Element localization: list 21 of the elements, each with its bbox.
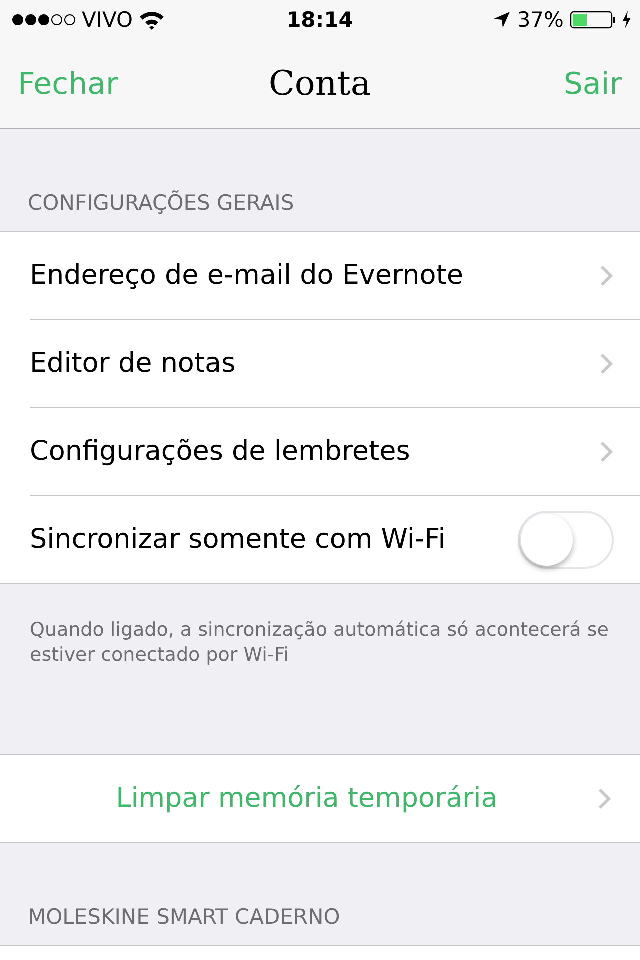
chevron-icon <box>600 352 614 374</box>
charging-icon <box>622 11 632 29</box>
wifi-icon <box>139 10 166 30</box>
location-arrow-icon <box>493 11 512 29</box>
section-footer: Quando ligado, a sincronização automática só acontecerá se estiver conectado por Wi-Fi <box>30 619 609 666</box>
chevron-icon <box>600 440 614 462</box>
settings-row[interactable]: Configurações de lembretes <box>30 408 640 496</box>
battery-icon <box>570 10 616 30</box>
status-time: 18:14 <box>286 8 354 32</box>
settings-row[interactable]: Editor de notas <box>30 320 640 408</box>
setting-label: Sincronizar somente com Wi-Fi <box>30 524 446 555</box>
section-header: CONFIGURAÇÕES GERAIS <box>28 191 294 215</box>
signal-icon <box>12 13 76 27</box>
battery-percent: 37% <box>517 8 564 32</box>
screen-title: Conta <box>268 64 372 104</box>
chevron-icon <box>600 264 614 286</box>
chevron-icon <box>598 788 612 810</box>
section-header: MOLESKINE SMART CADERNO <box>28 905 340 929</box>
settings-row[interactable]: Endereço de e-mail do Evernote <box>30 232 640 320</box>
toggle-switch[interactable] <box>518 510 614 568</box>
carrier-name: VIVO <box>82 8 134 32</box>
